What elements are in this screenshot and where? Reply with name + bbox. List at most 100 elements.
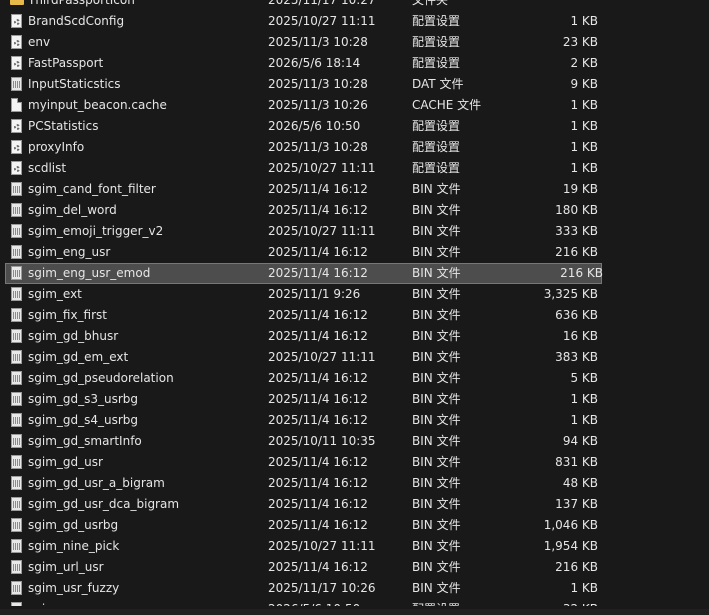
file-row[interactable]: sgim_url_usr 2025/11/4 16:12 BIN 文件 216 KB	[0, 557, 709, 578]
file-size: 19 KB	[562, 182, 598, 196]
file-row[interactable]: sgim_ext 2025/11/1 9:26 BIN 文件 3,325 KB	[0, 284, 709, 305]
config-icon	[11, 140, 22, 154]
file-date-modified: 2025/11/4 16:12	[268, 392, 368, 406]
file-date-modified: 2025/11/3 10:28	[268, 35, 368, 49]
bin-icon	[11, 602, 22, 606]
bin-icon	[11, 560, 22, 574]
file-name: sgim_gd_em_ext	[28, 350, 129, 364]
bin-icon	[11, 182, 22, 196]
file-row[interactable]: sgim_gd_usrbg 2025/11/4 16:12 BIN 文件 1,046 …	[0, 515, 709, 536]
file-row[interactable]: FastPassport 2026/5/6 18:14 配置设置 2 KB	[0, 53, 709, 74]
file-size: 5 KB	[570, 371, 598, 385]
file-icon-cell	[10, 284, 24, 305]
file-type: 配置设置	[412, 119, 461, 133]
file-icon-cell	[10, 305, 24, 326]
file-type: BIN 文件	[412, 350, 461, 364]
file-row[interactable]: myinput_beacon.cache 2025/11/3 10:26 CACHE…	[0, 95, 709, 116]
status-bar	[0, 609, 709, 615]
file-name: sgim_gd_s3_usrbg	[28, 392, 139, 406]
file-type: BIN 文件	[412, 182, 461, 196]
file-row[interactable]: sgim_gd_usr_a_bigram 2025/11/4 16:12 BIN 文…	[0, 473, 709, 494]
file-size: 383 KB	[555, 350, 598, 364]
file-row[interactable]: sgim_gd_s3_usrbg 2025/11/4 16:12 BIN 文件 1 K…	[0, 389, 709, 410]
file-row[interactable]: sgim_cand_font_filter 2025/11/4 16:12 BIN …	[0, 179, 709, 200]
file-row[interactable]: PCStatistics 2026/5/6 10:50 配置设置 1 KB	[0, 116, 709, 137]
file-icon-cell	[10, 242, 24, 263]
file-size: 3,325 KB	[543, 287, 598, 301]
file-row[interactable]: sgim_eng_usr_emod 2025/11/4 16:12 BIN 文件 21…	[5, 263, 603, 284]
file-name: sgim_gd_usr_dca_bigram	[28, 497, 180, 511]
file-icon-cell	[10, 494, 24, 515]
file-type: BIN 文件	[412, 245, 461, 259]
bin-icon	[11, 371, 22, 385]
file-row[interactable]: env 2025/11/3 10:28 配置设置 23 KB	[0, 32, 709, 53]
file-size: 1 KB	[570, 413, 598, 427]
bin-icon	[11, 287, 22, 301]
file-type: BIN 文件	[412, 287, 461, 301]
file-row[interactable]: sgim_eng_usr 2025/11/4 16:12 BIN 文件 216 KB	[0, 242, 709, 263]
file-row[interactable]: proxyInfo 2025/11/3 10:28 配置设置 1 KB	[0, 137, 709, 158]
bin-icon	[11, 518, 22, 532]
file-name: ThirdPassportIcon	[28, 0, 135, 7]
file-size: 216 KB	[555, 245, 598, 259]
file-icon-cell	[10, 410, 24, 431]
file-row[interactable]: sgim_fix_first 2025/11/4 16:12 BIN 文件 636 K…	[0, 305, 709, 326]
file-icon-cell	[10, 0, 24, 11]
file-row[interactable]: sgim_nine_pick 2025/10/27 11:11 BIN 文件 1,95…	[0, 536, 709, 557]
file-icon-cell	[10, 515, 24, 536]
file-row[interactable]: scdlist 2025/10/27 11:11 配置设置 1 KB	[0, 158, 709, 179]
file-icon-cell	[10, 347, 24, 368]
file-name: sgim_gd_bhusr	[28, 329, 119, 343]
file-icon-cell	[10, 116, 24, 137]
file-date-modified: 2025/11/4 16:12	[268, 182, 368, 196]
file-row[interactable]: sgim_gd_bhusr 2025/11/4 16:12 BIN 文件 16 KB	[0, 326, 709, 347]
file-icon-cell	[10, 389, 24, 410]
file-row[interactable]: sgim_gd_usr_dca_bigram 2025/11/4 16:12 BIN…	[0, 494, 709, 515]
file-icon-cell	[10, 74, 24, 95]
file-icon-cell	[10, 431, 24, 452]
bin-icon	[11, 224, 22, 238]
file-date-modified: 2026/5/6 18:14	[268, 56, 361, 70]
bin-icon	[11, 434, 22, 448]
file-name: env	[28, 35, 51, 49]
bin-icon	[11, 203, 22, 217]
file-size: 1,954 KB	[543, 539, 598, 553]
file-type: BIN 文件	[412, 392, 461, 406]
file-row[interactable]: InputStaticstics 2025/11/3 10:28 DAT 文件 9 K…	[0, 74, 709, 95]
file-date-modified: 2025/11/4 16:12	[268, 308, 368, 322]
file-date-modified: 2026/5/6 10:50	[268, 599, 360, 606]
file-row[interactable]: sgim_gd_smartInfo 2025/10/11 10:35 BIN 文件 9…	[0, 431, 709, 452]
file-size: 333 KB	[555, 224, 598, 238]
config-icon	[11, 119, 22, 133]
file-row[interactable]: sgim_del_word 2025/11/4 16:12 BIN 文件 180 KB	[0, 200, 709, 221]
file-date-modified: 2025/10/27 11:11	[268, 14, 376, 28]
file-type: 文件夹	[412, 0, 449, 7]
file-size: 1 KB	[570, 98, 598, 112]
file-row[interactable]: BrandScdConfig 2025/10/27 11:11 配置设置 1 KB	[0, 11, 709, 32]
bin-icon	[11, 308, 22, 322]
file-row[interactable]: sgim_usr_fuzzy 2025/11/17 10:26 BIN 文件 1 KB	[0, 578, 709, 599]
file-name: sgim_usr_p	[28, 599, 95, 606]
file-date-modified: 2025/11/17 10:26	[268, 581, 376, 595]
file-date-modified: 2025/11/4 16:12	[268, 266, 368, 280]
file-row[interactable]: sgim_gd_em_ext 2025/10/27 11:11 BIN 文件 383 …	[0, 347, 709, 368]
file-name: InputStaticstics	[28, 77, 121, 91]
bin-icon	[11, 581, 22, 595]
file-date-modified: 2025/11/4 16:12	[268, 518, 368, 532]
folder-row[interactable]: ThirdPassportIcon 2025/11/17 10:27 文件夹	[0, 0, 709, 11]
file-icon-cell	[10, 221, 24, 242]
file-row[interactable]: sgim_emoji_trigger_v2 2025/10/27 11:11 BIN…	[0, 221, 709, 242]
file-icon-cell	[10, 158, 24, 179]
file-type: BIN 文件	[412, 581, 461, 595]
file-date-modified: 2025/11/1 9:26	[268, 287, 361, 301]
file-row[interactable]: sgim_gd_pseudorelation 2025/11/4 16:12 BIN…	[0, 368, 709, 389]
file-size: 831 KB	[555, 455, 598, 469]
file-row[interactable]: sgim_gd_s4_usrbg 2025/11/4 16:12 BIN 文件 1 K…	[0, 410, 709, 431]
file-name: BrandScdConfig	[28, 14, 125, 28]
file-date-modified: 2025/11/4 16:12	[268, 455, 368, 469]
file-row[interactable]: sgim_gd_usr 2025/11/4 16:12 BIN 文件 831 KB	[0, 452, 709, 473]
bin-icon	[11, 329, 22, 343]
file-size: 1 KB	[570, 161, 598, 175]
file-row[interactable]: sgim_usr_p 2026/5/6 10:50 配置设置 32 KB	[0, 599, 709, 606]
file-icon-cell	[10, 368, 24, 389]
